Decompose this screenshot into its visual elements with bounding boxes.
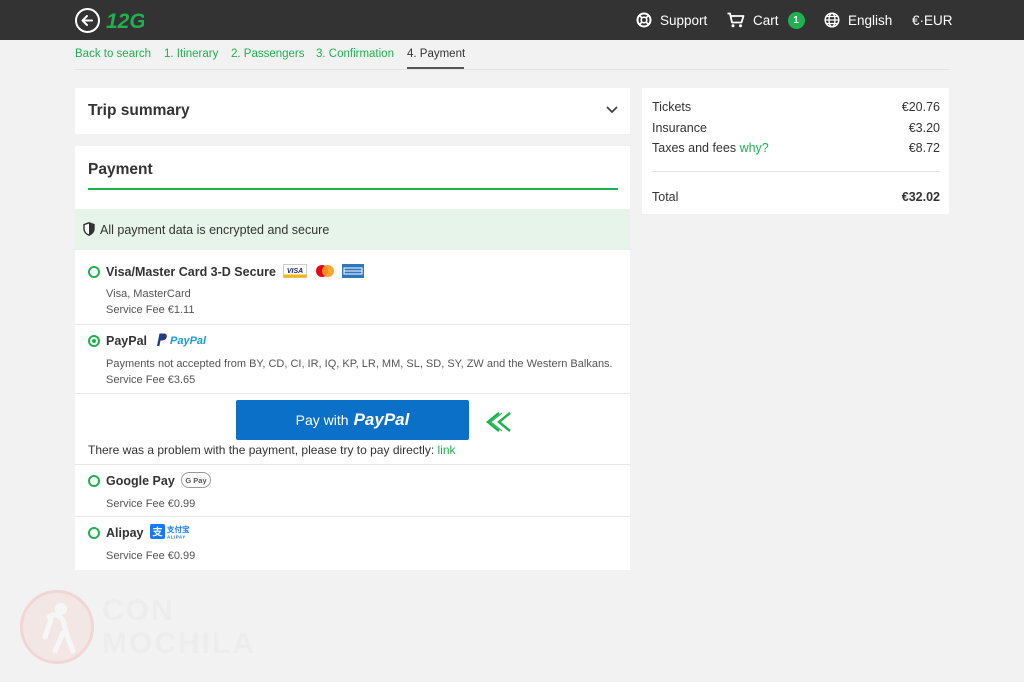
trip-summary-title: Trip summary [88, 102, 190, 119]
option-label-paypal: PayPal PayPal [106, 333, 215, 348]
svg-text:VISA: VISA [287, 268, 303, 275]
payment-option-card[interactable]: Visa/Master Card 3-D Secure VISA Visa, M… [75, 250, 630, 325]
svg-text:12Go: 12Go [106, 10, 144, 33]
top-bar: 12Go Support Cart 1 English €·EUR [0, 0, 1024, 40]
secure-text: All payment data is encrypted and secure [100, 223, 330, 237]
breadcrumb: Back to search 1. Itinerary 2. Passenger… [75, 46, 949, 70]
svg-text:支: 支 [152, 526, 164, 539]
paypal-button-brand: PayPal [353, 410, 410, 429]
hiker-logo-icon [20, 590, 94, 664]
support-link[interactable]: Support [636, 0, 707, 40]
radio-googlepay[interactable] [88, 475, 100, 487]
pay-directly-link[interactable]: link [438, 443, 456, 457]
pay-with-paypal-button[interactable]: Pay with PayPal [236, 400, 469, 440]
payment-option-googlepay[interactable]: Google Pay G Pay Service Fee €0.99 [75, 464, 630, 517]
option-fee-googlepay: Service Fee €0.99 [106, 498, 196, 510]
radio-card[interactable] [88, 266, 100, 278]
google-pay-logo-icon: G Pay [181, 472, 212, 489]
payment-panel: Payment All payment data is encrypted an… [75, 146, 630, 570]
paypal-button-prefix: Pay with [295, 412, 349, 428]
currency-label: €·EUR [912, 12, 953, 28]
option-label-card: Visa/Master Card 3-D Secure VISA [106, 264, 365, 279]
option-fee-card: Service Fee €1.11 [106, 304, 195, 316]
crumb-back-to-search[interactable]: Back to search [75, 48, 151, 60]
crumb-itinerary[interactable]: 1. Itinerary [164, 48, 218, 60]
watermark-text: CON MOCHILA [102, 594, 256, 660]
payment-title-underline [88, 188, 618, 190]
cart-link[interactable]: Cart 1 [727, 0, 805, 40]
crumb-payment: 4. Payment [407, 48, 466, 60]
logo-12go[interactable]: 12Go [106, 6, 144, 34]
mastercard-logo-icon [315, 265, 334, 278]
svg-text:PayPal: PayPal [170, 335, 207, 347]
language-label: English [848, 12, 893, 28]
payment-option-alipay[interactable]: Alipay 支支付宝 ALIPAY Service Fee €0.99 [75, 517, 630, 570]
alipay-logo-icon: 支支付宝ALIPAY [150, 524, 190, 540]
option-label-googlepay: Google Pay G Pay [106, 472, 212, 489]
cart-count-badge: 1 [787, 11, 805, 29]
back-arrow-icon[interactable] [75, 8, 100, 33]
summary-row-total: Total €32.02 [652, 190, 940, 204]
support-label: Support [660, 12, 708, 28]
taxes-why-link[interactable]: why? [740, 141, 769, 155]
shield-icon [83, 222, 95, 236]
option-fee-paypal: Service Fee €3.65 [106, 374, 196, 386]
currency-selector[interactable]: €·EUR [912, 0, 953, 40]
visa-logo-icon: VISA [283, 264, 308, 279]
summary-row-insurance: Insurance €3.20 [652, 121, 940, 135]
globe-icon [824, 12, 840, 28]
option-sub-card: Visa, MasterCard [106, 288, 191, 300]
svg-text:G Pay: G Pay [186, 476, 208, 485]
crumb-passengers[interactable]: 2. Passengers [231, 48, 305, 60]
lifebuoy-icon [636, 12, 652, 28]
language-selector[interactable]: English [824, 0, 892, 40]
watermark: CON MOCHILA [20, 590, 254, 670]
amex-logo-icon [342, 264, 365, 279]
summary-row-tickets: Tickets €20.76 [652, 100, 940, 114]
payment-problem-message: There was a problem with the payment, pl… [88, 443, 456, 457]
crumb-confirmation[interactable]: 3. Confirmation [316, 48, 394, 60]
radio-paypal[interactable] [88, 335, 100, 347]
double-chevron-left-icon [486, 412, 511, 432]
price-summary-panel: Tickets €20.76 Insurance €3.20 Taxes and… [642, 88, 949, 214]
payment-option-paypal[interactable]: PayPal PayPal Payments not accepted from… [75, 325, 630, 394]
summary-row-taxes: Taxes and fees why? €8.72 [652, 141, 940, 155]
cart-icon [727, 12, 745, 28]
secure-notice: All payment data is encrypted and secure [75, 209, 630, 250]
option-label-alipay: Alipay 支支付宝 ALIPAY [106, 524, 196, 540]
chevron-down-icon[interactable] [606, 106, 618, 114]
cart-label: Cart [753, 12, 779, 28]
summary-divider [652, 171, 940, 172]
paypal-logo-icon: PayPal [156, 333, 207, 347]
payment-title: Payment [88, 161, 153, 178]
option-fee-alipay: Service Fee €0.99 [106, 550, 196, 562]
svg-text:ALIPAY: ALIPAY [167, 535, 186, 540]
active-crumb-underline [407, 67, 464, 69]
svg-text:支付宝: 支付宝 [166, 524, 190, 534]
option-sub-paypal: Payments not accepted from BY, CD, CI, I… [106, 358, 613, 370]
radio-alipay[interactable] [88, 527, 100, 539]
trip-summary-panel[interactable]: Trip summary [75, 88, 630, 134]
